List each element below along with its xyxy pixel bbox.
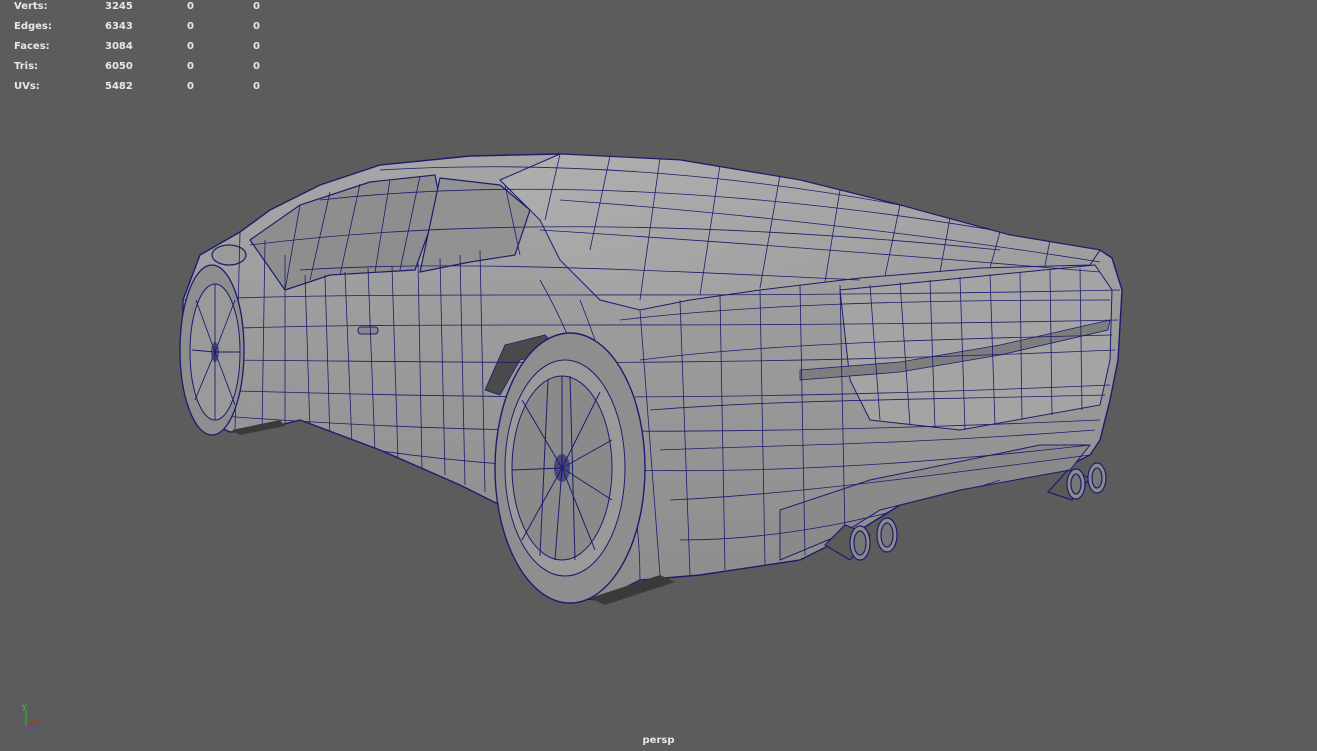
view-axis-gizmo-icon: y xyxy=(22,702,40,731)
hud-value: 3245 xyxy=(105,1,133,12)
car-body xyxy=(182,153,1123,601)
hud-row-faces: Faces: 3084 0 0 xyxy=(0,41,270,61)
hud-value: 6050 xyxy=(105,61,133,72)
hud-row-edges: Edges: 6343 0 0 xyxy=(0,21,270,41)
hud-value: 6343 xyxy=(105,21,133,32)
hud-label: Tris: xyxy=(14,61,39,72)
hud-value: 0 xyxy=(253,41,260,52)
y-axis-label: y xyxy=(22,702,27,711)
hud-value: 5482 xyxy=(105,81,133,92)
hud-value: 0 xyxy=(253,61,260,72)
hud-row-tris: Tris: 6050 0 0 xyxy=(0,61,270,81)
hud-label: Faces: xyxy=(14,41,50,52)
car-wireframe-model[interactable] xyxy=(0,0,1317,751)
hud-row-verts: Verts: 3245 0 0 xyxy=(0,1,270,21)
hud-row-uvs: UVs: 5482 0 0 xyxy=(0,81,270,101)
hud-value: 3084 xyxy=(105,41,133,52)
hud-value: 0 xyxy=(187,81,194,92)
hud-label: Verts: xyxy=(14,1,48,12)
hud-value: 0 xyxy=(253,21,260,32)
hud-value: 0 xyxy=(253,1,260,12)
hud-value: 0 xyxy=(187,1,194,12)
hud-label: Edges: xyxy=(14,21,52,32)
hud-label: UVs: xyxy=(14,81,40,92)
z-axis-line xyxy=(25,726,37,731)
poly-count-hud: Verts: 3245 0 0 Edges: 6343 0 0 Faces: 3… xyxy=(0,0,270,100)
perspective-viewport[interactable]: Verts: 3245 0 0 Edges: 6343 0 0 Faces: 3… xyxy=(0,0,1317,751)
hud-value: 0 xyxy=(187,21,194,32)
hud-value: 0 xyxy=(187,61,194,72)
hud-value: 0 xyxy=(253,81,260,92)
hud-value: 0 xyxy=(187,41,194,52)
x-axis-line xyxy=(25,720,40,728)
camera-name-label: persp xyxy=(642,735,675,746)
